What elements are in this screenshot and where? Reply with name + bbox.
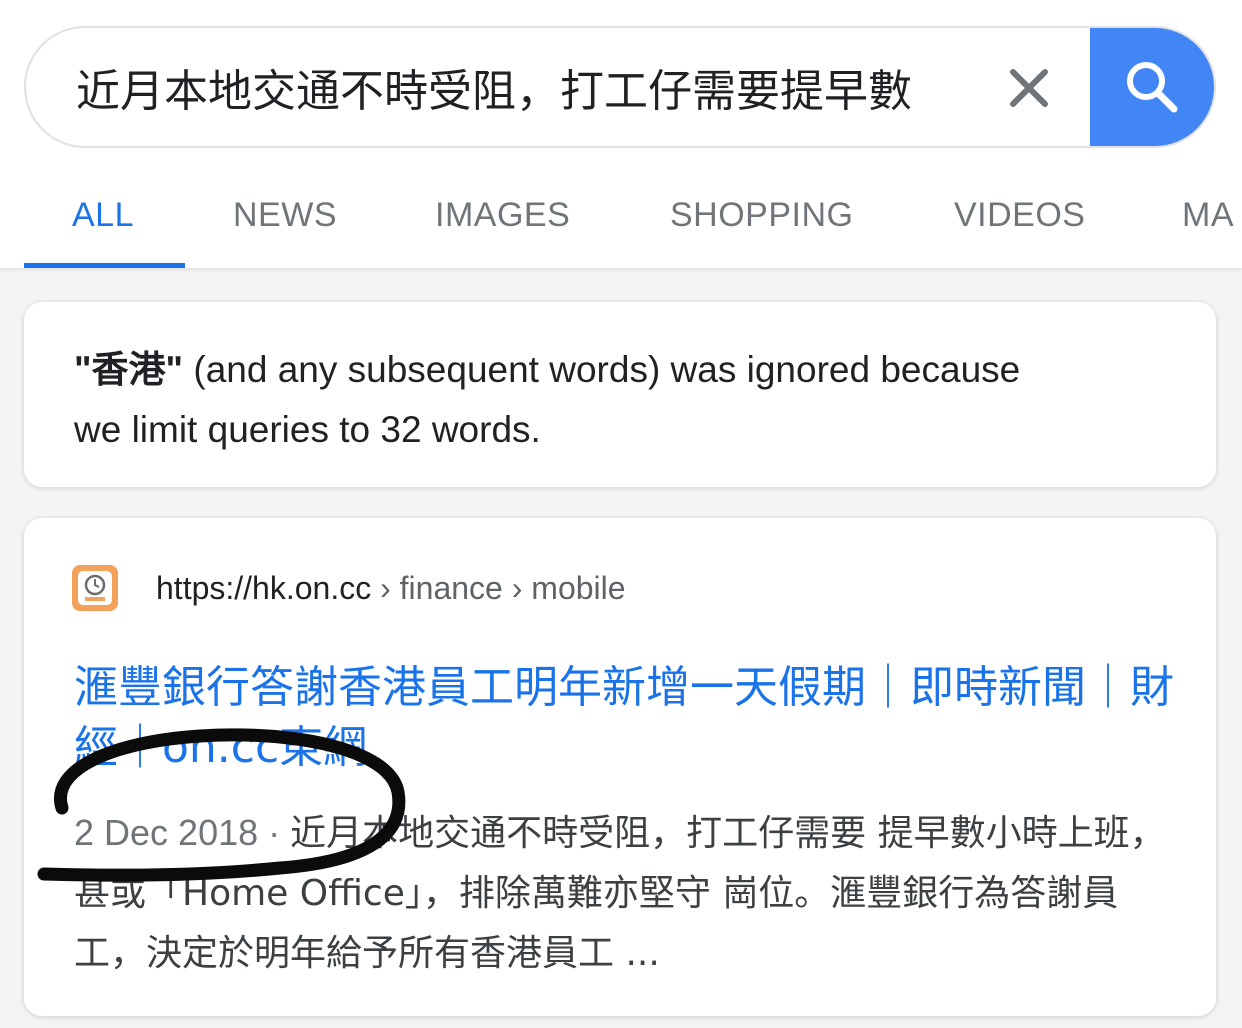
tab-shopping[interactable]: SHOPPING <box>670 196 853 235</box>
url-crumb-mobile: mobile <box>531 570 626 606</box>
search-result: https://hk.on.cc › finance › mobile 滙豐銀行… <box>24 518 1216 1016</box>
result-snippet: 2 Dec 2018 · 近月本地交通不時受阻，打工仔需要 提早數小時上班，甚或… <box>74 803 1184 984</box>
url-separator: › <box>371 570 400 606</box>
search-input[interactable] <box>76 28 996 146</box>
url-crumb-finance: finance <box>399 570 503 606</box>
tab-videos[interactable]: VIDEOS <box>954 196 1085 235</box>
query-limit-notice: "香港" (and any subsequent words) was igno… <box>24 302 1216 487</box>
on-cc-logo-icon <box>72 565 118 611</box>
result-url[interactable]: https://hk.on.cc › finance › mobile <box>156 570 626 607</box>
close-icon[interactable] <box>1004 63 1054 113</box>
ignored-term: "香港" <box>74 349 184 390</box>
active-tab-indicator <box>24 263 185 268</box>
result-date: 2 Dec 2018 <box>74 812 259 853</box>
search-tabs: ALL NEWS IMAGES SHOPPING VIDEOS MA <box>0 168 1242 268</box>
header-area: ALL NEWS IMAGES SHOPPING VIDEOS MA <box>0 0 1242 268</box>
tab-news[interactable]: NEWS <box>233 196 337 235</box>
notice-message-line-1: (and any subsequent words) was ignored b… <box>183 349 1021 390</box>
search-bar <box>24 26 1216 148</box>
date-separator: · <box>258 812 291 853</box>
tab-images[interactable]: IMAGES <box>435 196 570 235</box>
notice-text: "香港" (and any subsequent words) was igno… <box>74 340 1174 460</box>
result-title-link[interactable]: 滙豐銀行答謝香港員工明年新增一天假期｜即時新聞｜財經｜on.cc東網 <box>74 658 1184 778</box>
tab-all[interactable]: ALL <box>72 196 134 235</box>
result-url-base: https://hk.on.cc <box>156 570 372 606</box>
search-button[interactable] <box>1090 28 1214 146</box>
url-separator: › <box>502 570 532 606</box>
magnifier-icon <box>1127 62 1178 113</box>
tab-maps[interactable]: MA <box>1182 196 1234 235</box>
notice-message-line-2: we limit queries to 32 words. <box>74 409 541 450</box>
